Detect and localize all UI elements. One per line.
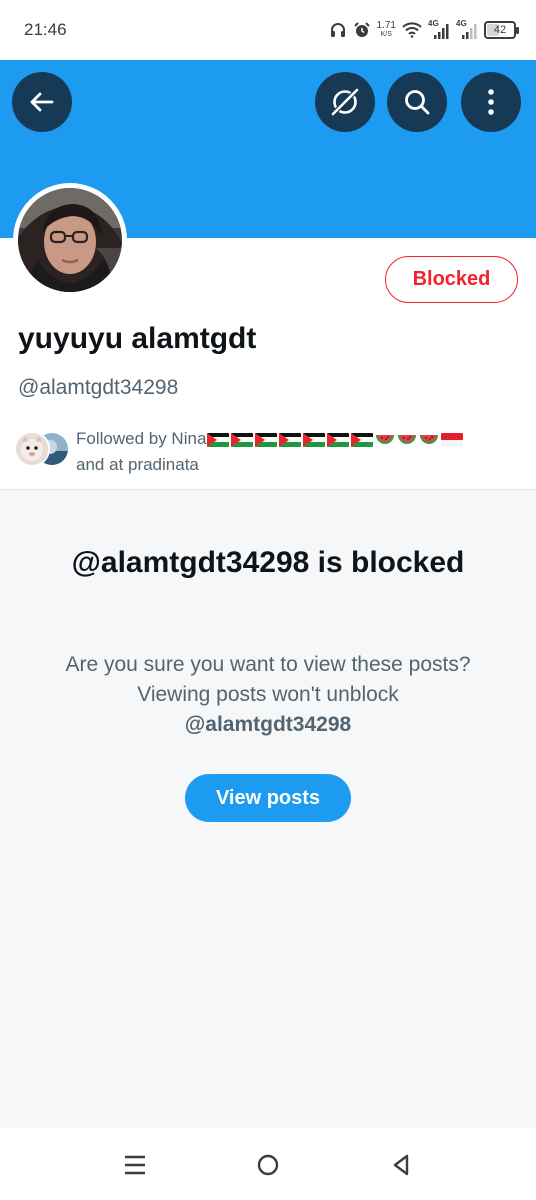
battery-level: 42: [493, 24, 507, 36]
network-label-1: 4G: [428, 19, 439, 28]
network-label-2: 4G: [456, 19, 467, 28]
palestine-flag-icon: [255, 432, 278, 447]
status-bar: 21:46 1.71 K/S 4G 4G 42: [0, 0, 536, 60]
speed-unit: K/S: [380, 31, 392, 38]
status-time: 21:46: [24, 20, 67, 39]
headphones-icon: [329, 21, 347, 39]
recent-apps-button[interactable]: [120, 1150, 150, 1180]
blocked-button[interactable]: Blocked: [385, 256, 518, 303]
signal-icon: 4G: [428, 19, 450, 41]
palestine-flag-icon: [279, 432, 302, 447]
watermelon-icon: [420, 434, 439, 444]
profile-avatar[interactable]: [13, 183, 127, 297]
blocked-description-text: Are you sure you want to view these post…: [65, 653, 471, 706]
grok-icon: [330, 87, 360, 117]
system-nav-bar: [0, 1128, 536, 1200]
wifi-icon: [402, 22, 422, 38]
palestine-flag-icon: [207, 432, 230, 447]
follower-name-emoji: [207, 432, 464, 447]
followed-by-text: Followed by Nina and at pradinata: [76, 426, 516, 478]
followed-by-label: Followed by Nina: [76, 429, 207, 448]
follower-avatars: [14, 431, 72, 469]
view-posts-button[interactable]: View posts: [185, 774, 351, 822]
blocked-description: Are you sure you want to view these post…: [50, 650, 486, 740]
back-triangle-icon: [393, 1154, 409, 1176]
status-icons: 1.71 K/S 4G 4G 42: [329, 16, 519, 44]
system-back-button[interactable]: [386, 1150, 416, 1180]
network-speed: 1.71 K/S: [377, 21, 396, 39]
search-icon: [405, 90, 430, 115]
followed-by-rest: and at pradinata: [76, 455, 199, 474]
blocked-description-handle: @alamtgdt34298: [184, 713, 352, 736]
watermelon-icon: [398, 434, 417, 444]
search-button[interactable]: [387, 72, 447, 132]
follower-avatar: [14, 431, 50, 467]
profile-handle: @alamtgdt34298: [18, 376, 179, 399]
indonesia-flag-icon: [441, 432, 464, 447]
speed-value: 1.71: [376, 20, 396, 31]
home-button[interactable]: [253, 1150, 283, 1180]
battery-icon: 42: [484, 21, 519, 39]
palestine-flag-icon: [327, 432, 350, 447]
followed-by[interactable]: Followed by Nina and at pradinata: [14, 426, 524, 476]
avatar-image: [18, 188, 122, 292]
display-name: yuyuyu alamtgdt: [18, 322, 257, 355]
palestine-flag-icon: [303, 432, 326, 447]
back-arrow-icon: [30, 92, 54, 112]
palestine-flag-icon: [231, 432, 254, 447]
menu-icon: [125, 1155, 145, 1175]
grok-button[interactable]: [315, 72, 375, 132]
blocked-title: @alamtgdt34298 is blocked: [71, 546, 465, 579]
more-vertical-icon: [488, 89, 494, 115]
home-circle-icon: [257, 1154, 279, 1176]
signal-icon: 4G: [456, 19, 478, 41]
back-button[interactable]: [12, 72, 72, 132]
palestine-flag-icon: [351, 432, 374, 447]
alarm-icon: [353, 21, 371, 39]
more-options-button[interactable]: [461, 72, 521, 132]
watermelon-icon: [376, 434, 395, 444]
